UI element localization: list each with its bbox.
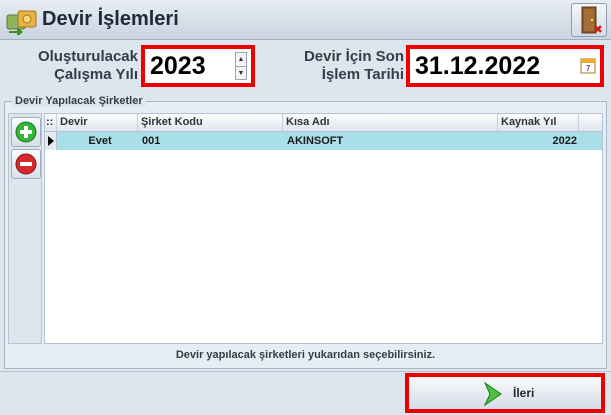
svg-text:7: 7	[585, 64, 590, 73]
hint-text: Devir yapılacak şirketleri yukarıdan seç…	[175, 349, 436, 361]
year-spin-buttons[interactable]: ▲ ▼	[235, 52, 247, 80]
header-selector-icon: ::	[45, 114, 57, 132]
year-input[interactable]: 2023	[150, 52, 206, 81]
spin-down-icon[interactable]: ▼	[236, 66, 246, 79]
remove-icon	[15, 153, 37, 175]
remove-row-button[interactable]	[11, 149, 41, 179]
table-row[interactable]: Evet 001 AKINSOFT 2022	[45, 132, 602, 150]
column-header-kisa-adi[interactable]: Kısa Adı	[283, 114, 498, 132]
group-title: Devir Yapılacak Şirketler	[12, 95, 146, 107]
close-button[interactable]	[571, 3, 607, 37]
column-header-kaynak-yil[interactable]: Kaynak Yıl	[498, 114, 579, 132]
date-input[interactable]: 31.12.2022	[415, 52, 540, 81]
companies-table[interactable]: :: Devir Şirket Kodu Kısa Adı Kaynak Yıl…	[44, 113, 603, 344]
calendar-icon[interactable]: 7	[580, 56, 596, 74]
year-label: Oluşturulacak Çalışma Yılı	[37, 48, 138, 83]
cell-sirket-kodu[interactable]: 001	[139, 132, 284, 150]
exit-door-icon	[581, 6, 602, 34]
title-bar: Devir İşlemleri	[0, 0, 611, 40]
row-toolbar	[8, 113, 42, 344]
add-row-button[interactable]	[11, 117, 41, 147]
row-pointer-icon	[48, 136, 54, 146]
spin-up-icon[interactable]: ▲	[236, 53, 246, 66]
arrow-right-icon	[483, 381, 502, 407]
column-header-devir[interactable]: Devir	[57, 114, 138, 132]
table-header: :: Devir Şirket Kodu Kısa Adı Kaynak Yıl	[45, 114, 602, 132]
window-title: Devir İşlemleri	[42, 8, 179, 30]
year-stepper[interactable]: 2023 ▲ ▼	[141, 45, 255, 87]
date-label: Devir İçin Son İşlem Tarihi	[303, 48, 404, 83]
date-field[interactable]: 31.12.2022 7	[406, 45, 604, 87]
money-transfer-icon	[6, 10, 37, 35]
column-header-sirket-kodu[interactable]: Şirket Kodu	[138, 114, 283, 132]
cell-devir[interactable]: Evet	[58, 132, 139, 150]
row-indicator	[45, 132, 57, 150]
cell-kisa-adi[interactable]: AKINSOFT	[284, 132, 499, 150]
form-panel: Oluşturulacak Çalışma Yılı 2023 ▲ ▼ Devi…	[0, 41, 611, 92]
next-button-label: İleri	[513, 386, 535, 400]
next-button[interactable]: İleri	[405, 373, 605, 413]
add-icon	[15, 121, 37, 143]
cell-kaynak-yil[interactable]: 2022	[499, 132, 580, 150]
